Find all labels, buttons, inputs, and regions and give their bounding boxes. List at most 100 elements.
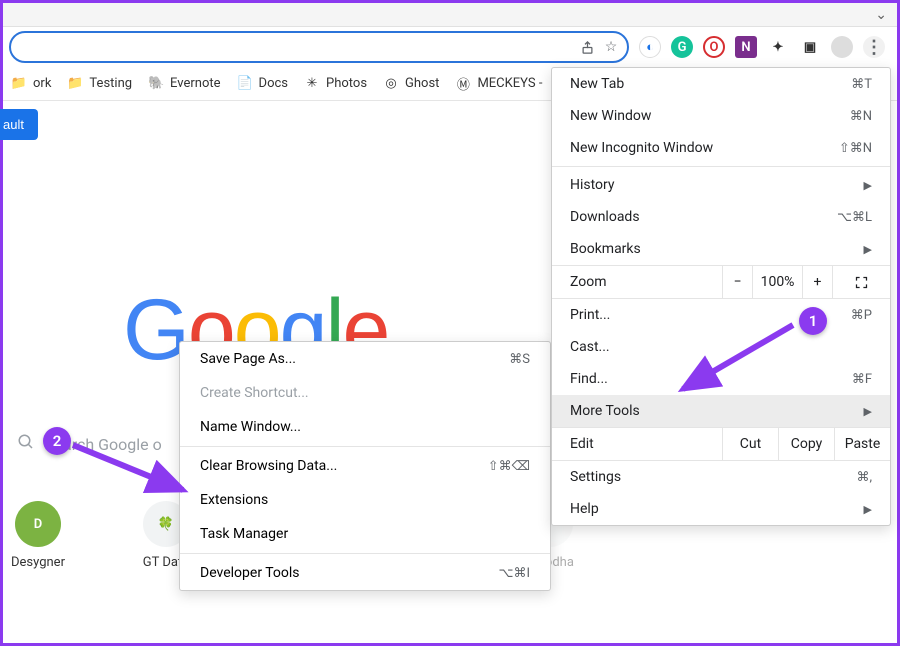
menu-extensions[interactable]: Extensions — [180, 483, 550, 517]
zoom-value: 100% — [752, 266, 802, 298]
menu-developer-tools[interactable]: Developer Tools ⌥⌘I — [180, 556, 550, 590]
menu-label: Downloads — [570, 209, 640, 225]
chrome-main-menu: New Tab ⌘T New Window ⌘N New Incognito W… — [551, 67, 891, 526]
zoom-in-button[interactable]: + — [802, 266, 832, 298]
menu-label: Print... — [570, 307, 610, 323]
bookmark-meckeys[interactable]: ⓂMECKEYS - — [455, 76, 542, 92]
kebab-menu-icon[interactable]: ⋮ — [863, 36, 885, 58]
ext-icon-1[interactable]: ◐ — [639, 36, 661, 58]
menu-label: Edit — [552, 428, 722, 460]
edit-copy-button[interactable]: Copy — [778, 428, 834, 460]
menu-label: Save Page As... — [200, 351, 296, 367]
shortcut-desygner[interactable]: D Desygner — [3, 501, 73, 570]
opera-icon[interactable]: O — [703, 36, 725, 58]
menu-save-page-as[interactable]: Save Page As... ⌘S — [180, 342, 550, 376]
zoom-out-button[interactable]: − — [722, 266, 752, 298]
menu-shortcut: ⌘, — [856, 470, 872, 485]
more-tools-submenu: Save Page As... ⌘S Create Shortcut... Na… — [179, 341, 551, 591]
menu-label: New Tab — [570, 76, 624, 92]
menu-label: New Window — [570, 108, 651, 124]
grammarly-icon[interactable]: G — [671, 36, 693, 58]
bookmark-work[interactable]: 📁ork — [11, 76, 51, 92]
menu-shortcut: ⌥⌘L — [837, 210, 872, 225]
menu-label: Help — [570, 501, 599, 517]
bookmark-evernote[interactable]: 🐘Evernote — [148, 76, 220, 92]
folder-icon: 📁 — [11, 76, 27, 92]
edit-cut-button[interactable]: Cut — [722, 428, 778, 460]
bookmark-label: Docs — [259, 76, 288, 91]
menu-history[interactable]: History ▶ — [552, 169, 890, 201]
menu-cast[interactable]: Cast... — [552, 331, 890, 363]
menu-label: Extensions — [200, 492, 268, 508]
bookmark-label: Ghost — [405, 76, 439, 91]
edit-paste-button[interactable]: Paste — [834, 428, 890, 460]
ghost-icon: ◎ — [383, 76, 399, 92]
menu-name-window[interactable]: Name Window... — [180, 410, 550, 444]
menu-label: Bookmarks — [570, 241, 641, 257]
menu-label: Zoom — [552, 266, 722, 298]
chevron-right-icon: ▶ — [864, 503, 872, 516]
menu-new-tab[interactable]: New Tab ⌘T — [552, 68, 890, 100]
menu-create-shortcut: Create Shortcut... — [180, 376, 550, 410]
menu-label: Create Shortcut... — [200, 385, 309, 401]
chevron-right-icon: ▶ — [864, 179, 872, 192]
menu-label: Settings — [570, 469, 621, 485]
shortcut-label: Desygner — [11, 555, 65, 570]
menu-label: Cast... — [570, 339, 610, 355]
address-bar[interactable]: ☆ — [9, 31, 629, 63]
bookmark-label: Testing — [89, 76, 132, 91]
menu-task-manager[interactable]: Task Manager — [180, 517, 550, 551]
menu-shortcut: ⇧⌘N — [839, 141, 872, 156]
puzzle-icon[interactable]: ✦ — [767, 36, 789, 58]
menu-help[interactable]: Help ▶ — [552, 493, 890, 525]
menu-shortcut: ⌘T — [851, 77, 872, 92]
chevron-down-icon[interactable]: ⌄ — [875, 7, 887, 23]
menu-bookmarks[interactable]: Bookmarks ▶ — [552, 233, 890, 265]
set-default-button[interactable]: ault — [0, 109, 38, 140]
shortcut-icon: D — [15, 501, 61, 547]
menu-print[interactable]: Print... ⌘P — [552, 299, 890, 331]
reader-icon[interactable]: ▣ — [799, 36, 821, 58]
menu-label: New Incognito Window — [570, 140, 713, 156]
menu-label: Task Manager — [200, 526, 288, 542]
extension-icons: ◐ G O N ✦ ▣ ⋮ — [633, 36, 891, 58]
menu-shortcut: ⌘F — [852, 372, 872, 387]
menu-shortcut: ⌥⌘I — [498, 566, 530, 581]
menu-settings[interactable]: Settings ⌘, — [552, 461, 890, 493]
menu-divider — [180, 446, 550, 447]
share-icon[interactable] — [579, 39, 595, 55]
menu-new-window[interactable]: New Window ⌘N — [552, 100, 890, 132]
menu-shortcut: ⌘N — [850, 109, 872, 124]
star-icon[interactable]: ☆ — [603, 39, 619, 55]
fullscreen-button[interactable] — [832, 266, 890, 298]
docs-icon: 📄 — [237, 76, 253, 92]
avatar-icon[interactable] — [831, 36, 853, 58]
menu-edit-row: Edit Cut Copy Paste — [552, 427, 890, 461]
search-box[interactable]: Search Google o — [3, 421, 183, 467]
menu-more-tools[interactable]: More Tools ▶ — [552, 395, 890, 427]
bookmark-label: Photos — [326, 76, 367, 91]
onenote-icon[interactable]: N — [735, 36, 757, 58]
menu-label: Developer Tools — [200, 565, 300, 581]
chevron-right-icon: ▶ — [864, 243, 872, 256]
bookmark-docs[interactable]: 📄 Docs — [237, 76, 288, 92]
menu-zoom-row: Zoom − 100% + — [552, 265, 890, 299]
menu-label: Clear Browsing Data... — [200, 458, 337, 474]
menu-divider — [552, 166, 890, 167]
menu-label: History — [570, 177, 615, 193]
bookmark-testing[interactable]: 📁Testing — [67, 76, 132, 92]
menu-clear-browsing-data[interactable]: Clear Browsing Data... ⇧⌘⌫ — [180, 449, 550, 483]
search-icon — [17, 433, 35, 455]
menu-find[interactable]: Find... ⌘F — [552, 363, 890, 395]
bookmark-photos[interactable]: ✳ Photos — [304, 76, 367, 92]
menu-new-incognito[interactable]: New Incognito Window ⇧⌘N — [552, 132, 890, 164]
photos-icon: ✳ — [304, 76, 320, 92]
bookmark-label: Evernote — [170, 76, 220, 91]
menu-label: More Tools — [570, 403, 640, 419]
menu-downloads[interactable]: Downloads ⌥⌘L — [552, 201, 890, 233]
menu-divider — [180, 553, 550, 554]
meckeys-icon: Ⓜ — [455, 76, 471, 92]
address-bar-row: ☆ ◐ G O N ✦ ▣ ⋮ — [3, 27, 897, 67]
bookmark-ghost[interactable]: ◎ Ghost — [383, 76, 439, 92]
chevron-right-icon: ▶ — [864, 405, 872, 418]
